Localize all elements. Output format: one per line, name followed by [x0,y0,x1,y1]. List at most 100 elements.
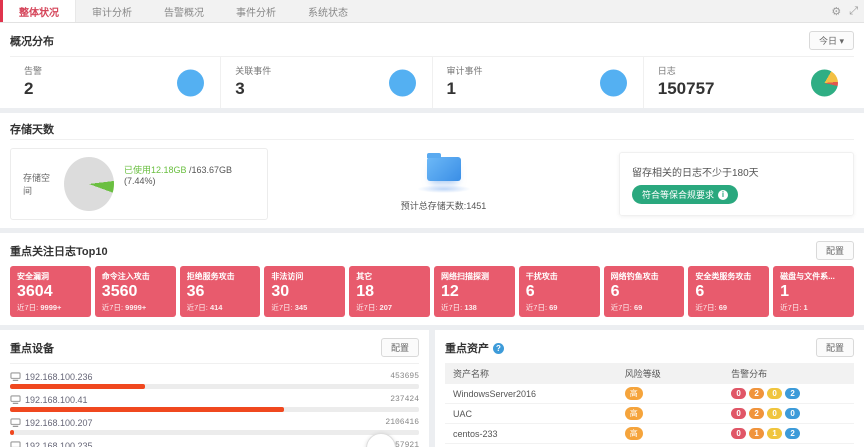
alert-badge-low: 0 [785,408,800,419]
col-asset-name: 资产名称 [445,363,617,384]
asset-row[interactable]: WindowsServer2016 高 0202 [445,384,854,404]
stat-logs[interactable]: 日志 150757 [643,57,854,108]
device-ip: 192.168.100.207 [25,418,93,428]
blue-circle-icon [600,69,627,96]
top-logs-cards: 安全漏洞3604近7日: 9999+ 命令注入攻击3560近7日: 9999+ … [10,266,854,317]
asset-name: Windows7 [445,444,617,447]
devices-title: 重点设备 [10,340,54,356]
storage-title: 存储天数 [10,121,54,137]
device-count: 2106416 [385,418,419,427]
assets-config-button[interactable]: 配置 [816,338,854,357]
assets-title: 重点资产? [445,340,504,356]
log-card-title: 网络钓鱼攻击 [611,271,678,282]
device-ip: 192.168.100.235 [25,441,93,447]
stat-alerts[interactable]: 告警 2 [10,57,220,108]
log-card[interactable]: 非法访问30近7日: 345 [264,266,345,317]
log-card[interactable]: 网络钓鱼攻击6近7日: 69 [604,266,685,317]
log-pie-icon [811,69,838,96]
help-icon[interactable]: ? [493,343,504,354]
log-card[interactable]: 安全漏洞3604近7日: 9999+ [10,266,91,317]
asset-row[interactable]: UAC 高 0200 [445,404,854,424]
device-row[interactable]: 192.168.100.207 2106416 [10,415,419,435]
col-risk-level: 风险等级 [617,363,723,384]
log-card[interactable]: 磁盘与文件系...1近7日: 1 [773,266,854,317]
log-card[interactable]: 安全类服务攻击6近7日: 69 [688,266,769,317]
log-card-title: 干扰攻击 [526,271,593,282]
log-card[interactable]: 其它18近7日: 207 [349,266,430,317]
date-range-dropdown[interactable]: 今日 ▾ [809,31,854,50]
stat-correlated-events[interactable]: 关联事件 3 [220,57,431,108]
log-card-value: 30 [271,282,338,302]
compliance-pill-button[interactable]: 符合等保合规要求 i [632,185,738,204]
key-devices-panel: 重点设备 配置 192.168.100.236 453695 192.168.1… [0,330,429,447]
compliance-label: 符合等保合规要求 [642,188,714,201]
storage-space-label: 存储空间 [23,171,56,197]
alert-badge-low: 2 [785,388,800,399]
log-card-title: 磁盘与文件系... [780,271,847,282]
device-count: 237424 [390,395,419,404]
tab-overall-status[interactable]: 整体状况 [0,0,76,22]
risk-badge: 高 [625,387,643,400]
alert-badge-medium: 0 [767,408,782,419]
device-row[interactable]: 192.168.100.236 453695 [10,369,419,389]
tab-alert-summary[interactable]: 告警概况 [148,0,220,22]
gear-icon[interactable]: ⚙ [831,5,841,18]
computer-icon [10,395,21,405]
info-icon: i [718,190,728,200]
storage-pie-chart [64,157,114,211]
log-card-value: 12 [441,282,508,302]
alert-badge-critical: 0 [731,388,746,399]
alert-badge-critical: 0 [731,408,746,419]
tab-system-status[interactable]: 系统状态 [292,0,364,22]
log-card-title: 网络扫描探测 [441,271,508,282]
alert-badge-medium: 0 [767,388,782,399]
folder-glow-decoration [417,185,471,193]
asset-row[interactable]: Windows7 高 0102 [445,444,854,447]
device-ip: 192.168.100.236 [25,372,93,382]
asset-name: WindowsServer2016 [445,384,617,404]
device-bar-track [10,407,419,412]
risk-badge: 高 [625,427,643,440]
log-card-value: 6 [611,282,678,302]
device-row[interactable]: 192.168.100.235 2157921 [10,438,419,447]
top-logs-title: 重点关注日志Top10 [10,243,108,259]
stat-audit-events[interactable]: 审计事件 1 [432,57,643,108]
asset-name: centos-233 [445,424,617,444]
log-card[interactable]: 网络扫描探测12近7日: 138 [434,266,515,317]
top-tab-bar: 整体状况 审计分析 告警概况 事件分析 系统状态 ⚙ ⤢ [0,0,864,23]
device-bar-track [10,384,419,389]
alert-badge-low: 2 [785,428,800,439]
top-logs-config-button[interactable]: 配置 [816,241,854,260]
computer-icon [10,418,21,428]
log-card-value: 18 [356,282,423,302]
assets-table: 资产名称 风险等级 告警分布 WindowsServer2016 高 0202 … [445,363,854,447]
tab-audit-analysis[interactable]: 审计分析 [76,0,148,22]
log-card[interactable]: 拒绝服务攻击36近7日: 414 [180,266,261,317]
storage-space-card: 存储空间 已使用12.18GB /163.67GB (7.44%) [10,148,268,220]
log-card-title: 命令注入攻击 [102,271,169,282]
alert-badge-high: 2 [749,388,764,399]
device-bar-track [10,430,419,435]
device-row[interactable]: 192.168.100.41 237424 [10,392,419,412]
log-card[interactable]: 命令注入攻击3560近7日: 9999+ [95,266,176,317]
alert-badge-high: 2 [749,408,764,419]
device-bar-fill [10,407,284,412]
key-assets-panel: 重点资产? 配置 资产名称 风险等级 告警分布 WindowsServer201… [435,330,864,447]
log-card[interactable]: 干扰攻击6近7日: 69 [519,266,600,317]
tab-event-analysis[interactable]: 事件分析 [220,0,292,22]
asset-row[interactable]: centos-233 高 0112 [445,424,854,444]
device-count: 453695 [390,372,419,381]
device-bar-fill [10,384,145,389]
log-card-value: 3604 [17,282,84,302]
storage-usage-text: 已使用12.18GB /163.67GB (7.44%) [124,163,255,186]
log-card-value: 1 [780,282,847,302]
folder-icon [427,157,461,181]
log-card-title: 拒绝服务攻击 [187,271,254,282]
compliance-card: 留存相关的日志不少于180天 符合等保合规要求 i [619,152,854,216]
col-alert-distribution: 告警分布 [723,363,854,384]
alert-badge-critical: 0 [731,428,746,439]
log-card-value: 36 [187,282,254,302]
devices-config-button[interactable]: 配置 [381,338,419,357]
expand-icon[interactable]: ⤢ [849,5,858,18]
log-card-title: 安全类服务攻击 [695,271,762,282]
